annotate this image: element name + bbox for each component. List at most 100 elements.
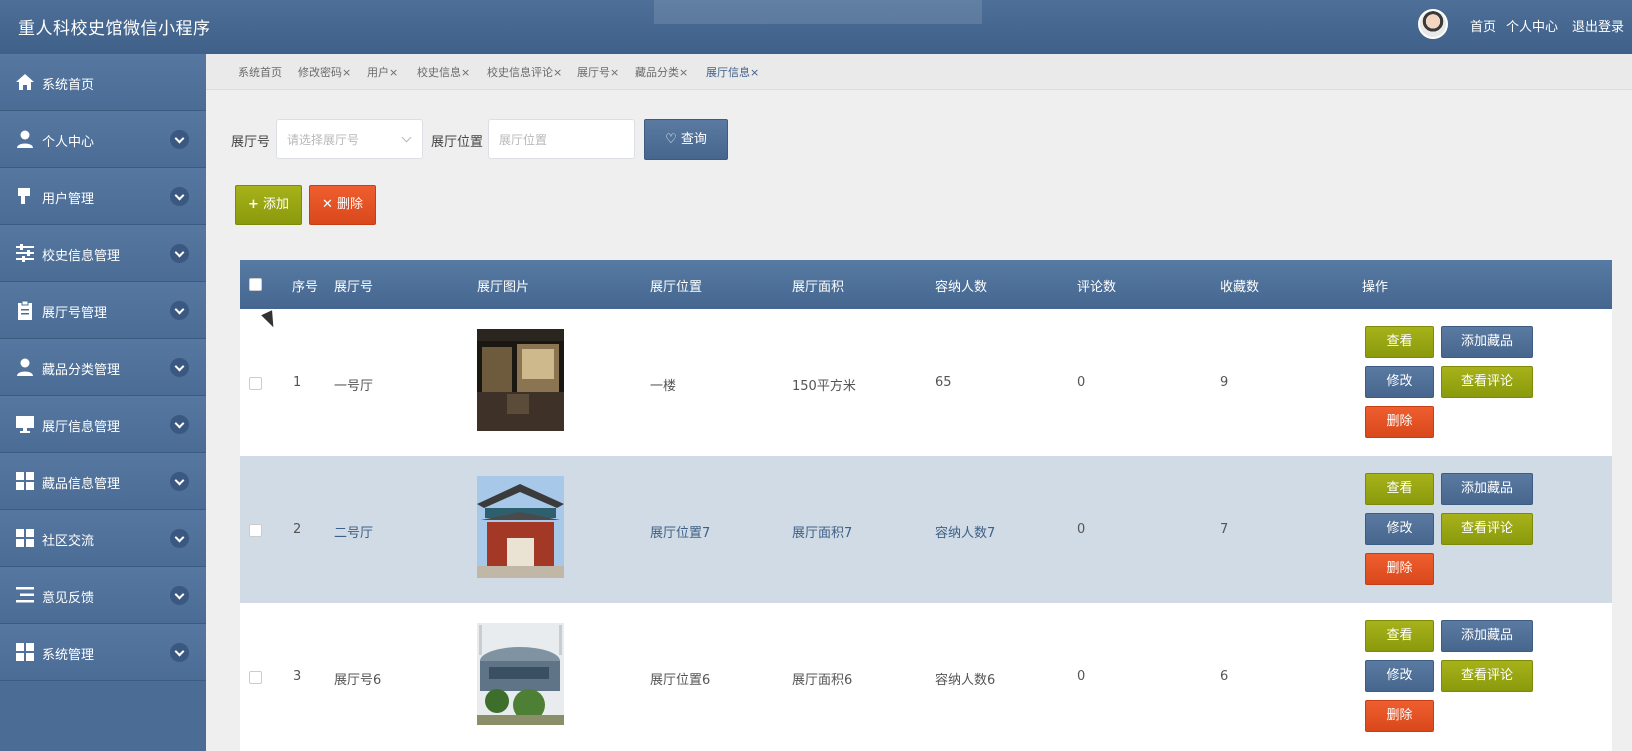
chevron-down-icon[interactable] [170, 358, 189, 377]
sidebar-item-profile[interactable]: 个人中心 [0, 111, 206, 168]
row-delete-button[interactable]: 删除 [1365, 700, 1434, 732]
tab-history-info[interactable]: 校史信息× [417, 64, 470, 80]
cell-area: 展厅面积7 [792, 526, 853, 541]
sidebar-item-label: 个人中心 [42, 135, 95, 150]
tab-bar: 系统首页 修改密码× 用户× 校史信息× 校史信息评论× 展厅号× 藏品分类× … [206, 54, 1632, 90]
tab-hall-number[interactable]: 展厅号× [577, 64, 619, 80]
col-header-favorites: 收藏数 [1220, 280, 1260, 295]
view-comments-button[interactable]: 查看评论 [1441, 660, 1533, 692]
view-comments-button[interactable]: 查看评论 [1441, 366, 1533, 398]
row-checkbox[interactable] [249, 524, 262, 537]
chevron-down-icon[interactable] [170, 586, 189, 605]
tab-users[interactable]: 用户× [367, 64, 398, 80]
sidebar-item-label: 系统首页 [42, 78, 95, 93]
delete-button-label: 删除 [337, 197, 364, 212]
sidebar-item-label: 展厅信息管理 [42, 420, 121, 435]
sidebar-item-label: 展厅号管理 [42, 306, 108, 321]
hall-table: 序号 展厅号 展厅图片 展厅位置 展厅面积 容纳人数 评论数 收藏数 操作 1 … [240, 260, 1612, 751]
sidebar-item-users[interactable]: 用户管理 [0, 168, 206, 225]
table-row: 3 展厅号6 展厅位置6 展厅面积6 容纳人数6 0 6 查看 添加藏品 修改 … [240, 603, 1612, 750]
hall-location-input[interactable]: 展厅位置 [488, 119, 635, 159]
select-all-checkbox[interactable] [249, 278, 262, 291]
cell-capacity: 65 [935, 375, 952, 390]
hall-location-label: 展厅位置 [431, 135, 484, 150]
chevron-down-icon[interactable] [170, 643, 189, 662]
table-header: 序号 展厅号 展厅图片 展厅位置 展厅面积 容纳人数 评论数 收藏数 操作 [240, 260, 1612, 309]
cell-no: 2 [293, 522, 302, 537]
chevron-down-icon[interactable] [170, 301, 189, 320]
chevron-down-icon[interactable] [170, 187, 189, 206]
close-icon: ✕ [321, 197, 333, 212]
add-item-button[interactable]: 添加藏品 [1441, 620, 1533, 652]
table-row: 1 一号厅 一楼 150平方米 65 0 9 查看 添加藏品 修改 查看评论 删… [240, 309, 1612, 456]
tab-collection-category[interactable]: 藏品分类× [635, 64, 688, 80]
sidebar-item-collection-category[interactable]: 藏品分类管理 [0, 339, 206, 396]
add-button[interactable]: + 添加 [235, 185, 302, 225]
chevron-down-icon[interactable] [170, 472, 189, 491]
monitor-icon [16, 416, 34, 433]
user-icon [17, 130, 33, 148]
cell-capacity: 容纳人数6 [935, 673, 996, 688]
chevron-down-icon[interactable] [170, 244, 189, 263]
row-delete-button[interactable]: 删除 [1365, 553, 1434, 585]
nav-home-link[interactable]: 首页 [1470, 16, 1496, 35]
header-search-area [654, 0, 982, 24]
tab-home[interactable]: 系统首页 [238, 64, 282, 80]
edit-button[interactable]: 修改 [1365, 366, 1434, 398]
cell-hall: 一号厅 [334, 379, 374, 394]
hall-image [477, 623, 564, 725]
chevron-down-icon[interactable] [170, 130, 189, 149]
cell-location: 展厅位置7 [650, 526, 711, 541]
sidebar-item-feedback[interactable]: 意见反馈 [0, 567, 206, 624]
view-comments-button[interactable]: 查看评论 [1441, 513, 1533, 545]
sidebar-item-hall-number[interactable]: 展厅号管理 [0, 282, 206, 339]
sidebar-item-label: 藏品分类管理 [42, 363, 121, 378]
sidebar-item-label: 社区交流 [42, 534, 95, 549]
cell-hall: 展厅号6 [334, 673, 382, 688]
col-header-comments: 评论数 [1077, 280, 1117, 295]
sidebar-item-history[interactable]: 校史信息管理 [0, 225, 206, 282]
view-button[interactable]: 查看 [1365, 620, 1434, 652]
edit-button[interactable]: 修改 [1365, 660, 1434, 692]
nav-logout-link[interactable]: 退出登录 [1572, 16, 1624, 35]
delete-button[interactable]: ✕ 删除 [309, 185, 376, 225]
hall-number-placeholder: 请选择展厅号 [287, 133, 360, 147]
avatar[interactable] [1418, 9, 1448, 39]
cell-no: 3 [293, 669, 302, 684]
grid-icon [16, 472, 34, 490]
sidebar: 系统首页 个人中心 用户管理 校史信息管理 展厅号管理 藏品分类管理 展厅信息管… [0, 54, 206, 751]
col-header-area: 展厅面积 [792, 280, 845, 295]
view-button[interactable]: 查看 [1365, 473, 1434, 505]
col-header-location: 展厅位置 [650, 280, 703, 295]
hall-number-select[interactable]: 请选择展厅号 [276, 119, 423, 159]
sidebar-item-home[interactable]: 系统首页 [0, 54, 206, 111]
sidebar-item-hall-info[interactable]: 展厅信息管理 [0, 396, 206, 453]
col-header-hall: 展厅号 [334, 280, 374, 295]
cell-hall: 二号厅 [334, 526, 374, 541]
cell-location: 展厅位置6 [650, 673, 711, 688]
sidebar-item-label: 用户管理 [42, 192, 95, 207]
nav-profile-link[interactable]: 个人中心 [1506, 16, 1558, 35]
hall-image [477, 476, 564, 578]
cell-area: 150平方米 [792, 379, 856, 394]
row-checkbox[interactable] [249, 671, 262, 684]
tab-change-password[interactable]: 修改密码× [298, 64, 351, 80]
sidebar-item-collection-info[interactable]: 藏品信息管理 [0, 453, 206, 510]
sidebar-item-system[interactable]: 系统管理 [0, 624, 206, 681]
add-item-button[interactable]: 添加藏品 [1441, 473, 1533, 505]
add-item-button[interactable]: 添加藏品 [1441, 326, 1533, 358]
chevron-down-icon[interactable] [170, 529, 189, 548]
row-delete-button[interactable]: 删除 [1365, 406, 1434, 438]
cell-no: 1 [293, 375, 302, 390]
query-button[interactable]: ♡ 查询 [644, 119, 728, 160]
chevron-down-icon[interactable] [170, 415, 189, 434]
tab-hall-info[interactable]: 展厅信息× [706, 64, 759, 80]
cell-favorites: 7 [1220, 522, 1229, 537]
row-checkbox[interactable] [249, 377, 262, 390]
sidebar-item-community[interactable]: 社区交流 [0, 510, 206, 567]
edit-button[interactable]: 修改 [1365, 513, 1434, 545]
app-title: 重人科校史馆微信小程序 [18, 19, 211, 39]
home-icon [16, 74, 34, 90]
tab-history-comments[interactable]: 校史信息评论× [487, 64, 562, 80]
view-button[interactable]: 查看 [1365, 326, 1434, 358]
